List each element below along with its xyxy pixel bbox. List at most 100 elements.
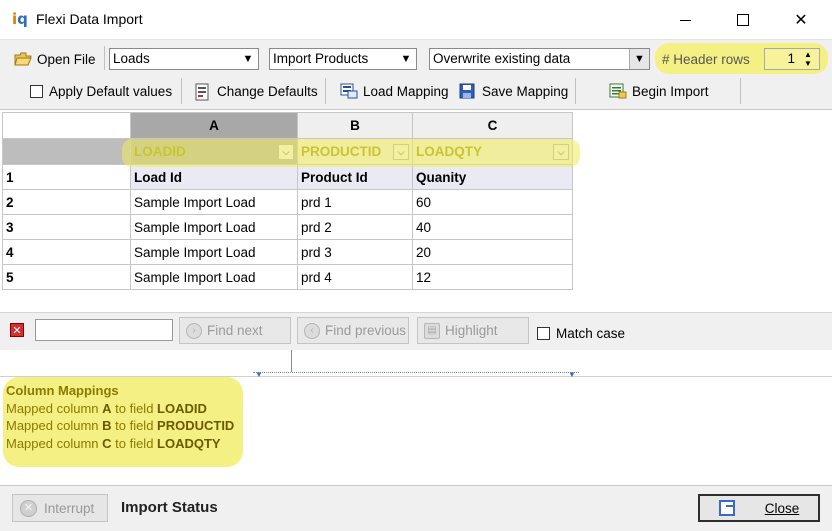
header-rows-spinner[interactable]: 1 ▲ ▼ [764, 48, 820, 70]
load-mapping-button[interactable]: Load Mapping [336, 78, 453, 104]
row-number[interactable]: 2 [2, 189, 131, 215]
grid-cell[interactable]: Sample Import Load [130, 239, 298, 265]
close-button[interactable]: Close [698, 494, 820, 522]
spinner-up-icon[interactable]: ▲ [799, 50, 817, 59]
toolbar-separator [181, 78, 182, 104]
search-bar: ✕ › Find next ‹ Find previous ▤ Highligh… [0, 312, 832, 350]
header-rows-value[interactable]: 1 [787, 51, 795, 66]
toolbar-separator [575, 78, 576, 104]
data-grid: A B C LOADID ⌵ PRODUCTID ⌵ LOADQTY ⌵ 1 Load… [2, 112, 573, 290]
row-number[interactable]: 5 [2, 264, 131, 290]
log-title: Column Mappings [6, 383, 119, 398]
match-case-checkbox[interactable]: Match case [537, 326, 625, 341]
close-search-icon[interactable]: ✕ [10, 323, 24, 337]
import-sheet-icon [609, 83, 627, 99]
import-status-label: Import Status [121, 499, 218, 516]
find-previous-button[interactable]: ‹ Find previous [297, 317, 409, 344]
folder-open-icon [14, 51, 32, 67]
mapping-profile-select[interactable]: Import Products ▼ [269, 48, 417, 70]
table-row: 5 Sample Import Load prd 4 12 [2, 264, 573, 290]
grid-cell[interactable]: prd 4 [297, 264, 413, 290]
grid-cell[interactable]: Quanity [412, 164, 573, 190]
header-rows-label: # Header rows [662, 52, 750, 67]
begin-import-button[interactable]: Begin Import [605, 78, 713, 104]
highlight-icon: ▤ [424, 322, 440, 339]
spinner-buttons[interactable]: ▲ ▼ [799, 50, 817, 68]
table-row: 1 Load Id Product Id Quanity [2, 164, 573, 190]
grid-cell[interactable]: prd 3 [297, 239, 413, 265]
grid-cell[interactable]: Sample Import Load [130, 264, 298, 290]
apply-default-values-checkbox[interactable]: Apply Default values [26, 78, 176, 104]
chevron-down-icon[interactable]: ⌵ [278, 143, 294, 160]
chevron-down-icon[interactable]: ⌵ [393, 143, 409, 160]
chevron-down-icon: ▼ [400, 53, 412, 65]
minimize-icon [679, 19, 691, 21]
change-defaults-button[interactable]: Change Defaults [190, 78, 322, 104]
minimize-button[interactable] [655, 0, 715, 40]
document-settings-icon [194, 83, 212, 101]
exit-door-icon [718, 500, 735, 516]
grid-cell[interactable]: prd 1 [297, 189, 413, 215]
arrow-right-icon: › [186, 322, 202, 339]
title-bar: iq Flexi Data Import ✕ [0, 0, 832, 40]
grid-cell[interactable]: 20 [412, 239, 573, 265]
column-header-b[interactable]: B [297, 112, 413, 139]
row-number[interactable]: 4 [2, 239, 131, 265]
import-mode-select[interactable]: Overwrite existing data ▼ [429, 48, 650, 70]
spinner-down-icon[interactable]: ▼ [799, 59, 817, 68]
grid-cell[interactable]: Load Id [130, 164, 298, 190]
load-mapping-icon [340, 83, 358, 99]
open-file-button[interactable]: Open File [10, 46, 100, 72]
splitter-handle[interactable] [291, 350, 292, 372]
maximize-icon [737, 14, 749, 26]
save-disk-icon [459, 83, 477, 99]
table-row: 4 Sample Import Load prd 3 20 [2, 239, 573, 265]
checkbox-box[interactable] [30, 84, 43, 98]
grid-cell[interactable]: Sample Import Load [130, 189, 298, 215]
stop-icon: ✕ [20, 499, 37, 517]
row-number[interactable]: 3 [2, 214, 131, 240]
close-window-button[interactable]: ✕ [771, 0, 831, 40]
column-header-a[interactable]: A [130, 112, 298, 139]
column-header-c[interactable]: C [412, 112, 573, 139]
checkbox-box[interactable] [537, 327, 550, 340]
grid-cell[interactable]: 60 [412, 189, 573, 215]
grid-cell[interactable]: prd 2 [297, 214, 413, 240]
log-line: Mapped column C to field LOADQTY [6, 435, 221, 451]
highlight-button[interactable]: ▤ Highlight [417, 317, 529, 344]
chevron-down-icon[interactable]: ⌵ [553, 143, 569, 160]
find-next-button[interactable]: › Find next [179, 317, 291, 344]
interrupt-button[interactable]: ✕ Interrupt [12, 494, 108, 522]
log-line: Mapped column B to field PRODUCTID [6, 418, 235, 433]
toolbar-separator [325, 78, 326, 104]
log-line: Mapped column A to field LOADID [6, 400, 207, 416]
grid-cell[interactable]: 40 [412, 214, 573, 240]
arrow-left-icon: ‹ [304, 322, 320, 339]
field-mapping-a[interactable]: LOADID ⌵ [130, 138, 298, 165]
chevron-down-icon: ▼ [242, 53, 254, 65]
field-row-header [2, 138, 131, 165]
table-row: 2 Sample Import Load prd 1 60 [2, 189, 573, 215]
log-text: Column Mappings Mapped column A to field… [6, 382, 234, 452]
grid-cell[interactable]: Sample Import Load [130, 214, 298, 240]
chevron-down-icon: ▼ [629, 49, 649, 69]
target-table-select[interactable]: Loads ▼ [109, 48, 259, 70]
spreadsheet-preview: A B C LOADID ⌵ PRODUCTID ⌵ LOADQTY ⌵ 1 Load… [0, 110, 832, 312]
app-logo-icon: iq [12, 10, 28, 28]
window-title: Flexi Data Import [36, 11, 143, 27]
status-bar: ✕ Interrupt Import Status Close [0, 485, 832, 531]
grid-corner[interactable] [2, 112, 131, 139]
toolbar-separator [740, 78, 741, 104]
panel-splitter[interactable]: ▼ ▼ [0, 350, 832, 379]
search-input[interactable] [35, 319, 173, 341]
field-mapping-c[interactable]: LOADQTY ⌵ [412, 138, 573, 165]
table-row: 3 Sample Import Load prd 2 40 [2, 214, 573, 240]
toolbar-separator [104, 46, 105, 70]
log-panel: Column Mappings Mapped column A to field… [0, 377, 832, 485]
grid-cell[interactable]: 12 [412, 264, 573, 290]
row-number[interactable]: 1 [2, 164, 131, 190]
grid-cell[interactable]: Product Id [297, 164, 413, 190]
maximize-button[interactable] [713, 0, 773, 40]
field-mapping-b[interactable]: PRODUCTID ⌵ [297, 138, 413, 165]
save-mapping-button[interactable]: Save Mapping [455, 78, 572, 104]
